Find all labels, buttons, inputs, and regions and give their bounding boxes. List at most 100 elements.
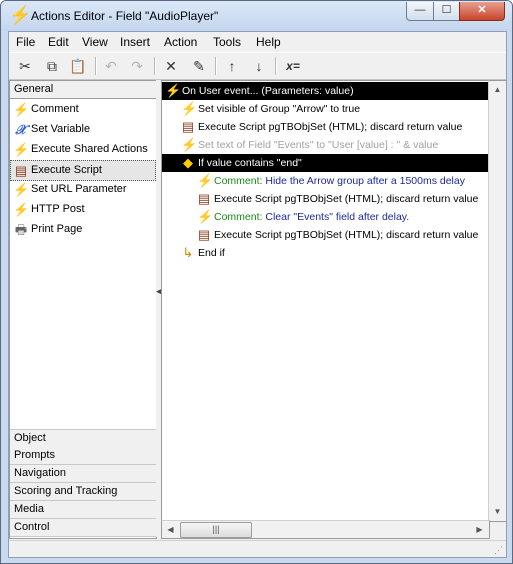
copy-icon[interactable]: ⧉	[42, 56, 62, 76]
variable-icon: 𝒳	[15, 122, 27, 137]
assign-variable-icon[interactable]: x=	[281, 56, 305, 76]
move-down-icon[interactable]: ↓	[249, 56, 269, 76]
category-prompts[interactable]: Prompts	[10, 447, 156, 465]
script-icon: ▤	[14, 163, 28, 178]
menu-insert[interactable]: Insert	[120, 35, 150, 49]
menu-view[interactable]: View	[82, 35, 108, 49]
lightning-icon: ⚡	[13, 142, 30, 157]
category-navigation[interactable]: Navigation	[10, 465, 156, 483]
tree-row-label: Execute Script pgTBObjSet (HTML); discar…	[214, 229, 479, 241]
category-control[interactable]: Control	[10, 519, 156, 537]
tree-row-action[interactable]: ⚡ Set visible of Group "Arrow" to true	[162, 100, 489, 118]
action-label: Execute Shared Actions	[31, 143, 148, 155]
move-up-icon[interactable]: ↑	[222, 56, 242, 76]
tree-row-label: Comment: Hide the Arrow group after a 15…	[214, 172, 465, 190]
action-item-http-post[interactable]: ⚡ HTTP Post	[11, 200, 155, 219]
action-label: Comment	[31, 103, 79, 115]
scroll-down-icon[interactable]: ▼	[489, 503, 506, 520]
close-button[interactable]: ✕	[459, 2, 505, 21]
lightning-icon: ⚡	[181, 137, 198, 152]
end-if-icon: ↳	[182, 245, 194, 260]
tree-row-label: Comment: Clear "Events" field after dela…	[214, 208, 409, 226]
tree-row-if-condition[interactable]: ◆ If value contains "end"	[162, 154, 489, 172]
action-label: Print Page	[31, 223, 83, 235]
lightning-icon: ⚡	[181, 101, 198, 116]
toolbar: ✂ ⧉ 📋 ↶ ↷ ✕ ✎ ↑ ↓ x=	[9, 52, 506, 80]
menu-tools[interactable]: Tools	[213, 35, 241, 49]
action-tree: ⚡ On User event... (Parameters: value) ⚡…	[161, 80, 489, 522]
action-item-set-variable[interactable]: 𝒳 Set Variable	[11, 120, 155, 139]
redo-icon[interactable]: ↷	[127, 56, 147, 76]
tree-row-disabled-action[interactable]: ⚡ Set text of Field "Events" to "User [v…	[162, 136, 489, 154]
action-item-set-url-parameter[interactable]: ⚡ Set URL Parameter	[11, 180, 155, 199]
tree-row-label: Set text of Field "Events" to "User [val…	[198, 139, 439, 151]
window-title: Actions Editor - Field "AudioPlayer"	[31, 9, 219, 23]
lightning-icon: ⚡	[165, 83, 182, 98]
tree-row-event[interactable]: ⚡ On User event... (Parameters: value)	[162, 82, 489, 100]
printer-icon: 🖶	[14, 222, 28, 237]
menu-action[interactable]: Action	[164, 35, 197, 49]
category-object[interactable]: Object	[10, 429, 156, 448]
menu-edit[interactable]: Edit	[48, 35, 69, 49]
undo-icon[interactable]: ↶	[101, 56, 121, 76]
tree-row-comment[interactable]: ⚡ Comment: Hide the Arrow group after a …	[162, 172, 489, 190]
horizontal-scrollbar[interactable]: ◀ ||| ▶	[161, 520, 490, 539]
editor-body: File Edit View Insert Action Tools Help …	[8, 31, 507, 558]
toolbar-divider	[275, 57, 277, 75]
category-scoring-and-tracking[interactable]: Scoring and Tracking	[10, 483, 156, 501]
script-icon: ▤	[181, 119, 195, 134]
menu-help[interactable]: Help	[256, 35, 281, 49]
paste-icon[interactable]: 📋	[68, 56, 88, 76]
condition-icon: ◆	[183, 155, 193, 170]
action-label: HTTP Post	[31, 203, 85, 215]
actions-editor-window: ⚡ Actions Editor - Field "AudioPlayer" —…	[0, 0, 513, 564]
tree-row-label: Execute Script pgTBObjSet (HTML); discar…	[198, 121, 463, 133]
status-bar: ⋰	[9, 540, 506, 558]
action-item-execute-script[interactable]: ▤ Execute Script	[10, 160, 156, 181]
toolbar-divider	[95, 57, 97, 75]
tree-row-label: If value contains "end"	[198, 157, 302, 169]
category-general[interactable]: General	[10, 81, 156, 99]
tree-row-label: Set visible of Group "Arrow" to true	[198, 103, 361, 115]
action-label: Execute Script	[31, 164, 102, 176]
cut-icon[interactable]: ✂	[15, 56, 35, 76]
lightning-icon: ⚡	[9, 5, 32, 25]
comment-keyword: Comment:	[214, 175, 263, 187]
toolbar-divider	[154, 57, 156, 75]
action-item-comment[interactable]: ⚡ Comment	[11, 100, 155, 119]
properties-icon[interactable]: ✎	[189, 56, 209, 76]
action-item-execute-shared-actions[interactable]: ⚡ Execute Shared Actions	[11, 140, 155, 159]
script-icon: ▤	[197, 227, 211, 242]
action-item-print-page[interactable]: 🖶 Print Page	[11, 220, 155, 239]
maximize-button[interactable]: ☐	[433, 2, 460, 21]
lightning-icon: ⚡	[13, 182, 30, 197]
tree-row-action[interactable]: ▤ Execute Script pgTBObjSet (HTML); disc…	[162, 118, 489, 136]
action-label: Set Variable	[31, 123, 91, 135]
vertical-scrollbar[interactable]: ▲ ▼	[488, 80, 507, 522]
tree-row-label: On User event... (Parameters: value)	[182, 85, 354, 97]
lightning-icon: ⚡	[197, 209, 214, 224]
tree-row-comment[interactable]: ⚡ Comment: Clear "Events" field after de…	[162, 208, 489, 226]
title-bar[interactable]: ⚡ Actions Editor - Field "AudioPlayer" —…	[1, 1, 512, 31]
tree-row-label: End if	[198, 247, 225, 259]
minimize-button[interactable]: —	[406, 2, 434, 21]
action-palette: General ⚡ Comment 𝒳 Set Variable ⚡ Execu…	[9, 80, 157, 539]
category-media[interactable]: Media	[10, 501, 156, 519]
lightning-icon: ⚡	[13, 202, 30, 217]
lightning-icon: ⚡	[13, 102, 30, 117]
delete-icon[interactable]: ✕	[161, 56, 181, 76]
comment-keyword: Comment:	[214, 211, 263, 223]
action-label: Set URL Parameter	[31, 183, 127, 195]
scroll-right-icon[interactable]: ▶	[471, 521, 488, 538]
menu-bar: File Edit View Insert Action Tools Help	[9, 32, 506, 51]
scroll-left-icon[interactable]: ◀	[162, 521, 179, 538]
tree-row-label: Execute Script pgTBObjSet (HTML); discar…	[214, 193, 479, 205]
menu-file[interactable]: File	[16, 35, 35, 49]
scroll-up-icon[interactable]: ▲	[489, 81, 506, 98]
tree-row-action[interactable]: ▤ Execute Script pgTBObjSet (HTML); disc…	[162, 226, 489, 244]
horizontal-scroll-thumb[interactable]: |||	[180, 522, 252, 538]
toolbar-divider	[215, 57, 217, 75]
tree-row-action[interactable]: ▤ Execute Script pgTBObjSet (HTML); disc…	[162, 190, 489, 208]
tree-row-end-if[interactable]: ↳ End if	[162, 244, 489, 262]
resize-grip-icon[interactable]: ⋰	[494, 545, 503, 556]
